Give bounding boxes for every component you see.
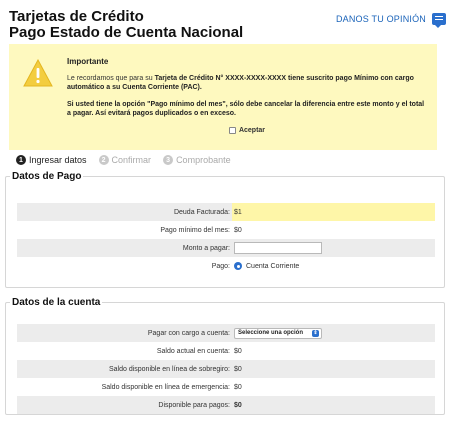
row-value: $0	[234, 365, 242, 373]
page-title-line1: Tarjetas de Crédito	[9, 8, 144, 25]
notice-title: Importante	[67, 57, 109, 66]
step-label: Confirmar	[111, 155, 152, 165]
radio-selected-icon[interactable]	[234, 262, 242, 270]
page-title-line2: Pago Estado de Cuenta Nacional	[9, 24, 244, 41]
feedback-link[interactable]: DANOS TU OPINIÓN	[335, 13, 446, 28]
feedback-label: DANOS TU OPINIÓN	[335, 14, 426, 24]
payment-method-radio[interactable]: Cuenta Corriente	[234, 262, 299, 270]
row-value: $0	[234, 226, 242, 234]
row-label: Saldo actual en cuenta:	[156, 347, 230, 355]
row-value: $0	[234, 383, 242, 391]
step-ingresar-datos: 1 Ingresar datos	[16, 155, 87, 165]
row-value: $0	[234, 347, 242, 355]
row-label: Disponible para pagos:	[158, 401, 230, 409]
notice-paragraph-1: Le recordamos que para su Tarjeta de Cré…	[67, 75, 414, 91]
row-pago-minimo: Pago mínimo del mes: $0	[17, 221, 435, 239]
row-label: Pagar con cargo a cuenta:	[147, 329, 230, 337]
important-notice: Importante Le recordamos que para su Tar…	[9, 44, 437, 150]
row-value: $1	[232, 203, 435, 221]
step-number: 1	[16, 155, 26, 165]
comment-icon	[432, 13, 446, 28]
step-number: 2	[98, 155, 109, 165]
row-label: Saldo disponible en línea de emergencia:	[101, 383, 230, 391]
row-deuda-facturada: Deuda Facturada: $1	[17, 203, 435, 221]
amount-input[interactable]	[234, 242, 322, 254]
accept-label: Aceptar	[238, 127, 266, 134]
notice-paragraph-2: Si usted tiene la opción "Pago mínimo de…	[67, 101, 425, 117]
card-number: Tarjeta de Crédito N° XXXX-XXXX-XXXX	[154, 75, 286, 82]
warning-icon	[23, 59, 53, 87]
row-emergencia: Saldo disponible en línea de emergencia:…	[17, 378, 435, 396]
row-sobregiro: Saldo disponible en línea de sobregiro: …	[17, 360, 435, 378]
account-data-panel: Datos de la cuenta Pagar con cargo a cue…	[5, 297, 445, 415]
row-disponible: Disponible para pagos: $0	[17, 396, 435, 414]
step-confirmar: 2 Confirmar	[98, 155, 152, 165]
step-label: Ingresar datos	[29, 155, 87, 165]
panel-legend: Datos de Pago	[12, 171, 82, 182]
progress-steps: 1 Ingresar datos 2 Confirmar 3 Comproban…	[16, 155, 231, 165]
page-title: Tarjetas de Crédito Pago Estado de Cuent…	[9, 9, 243, 41]
payment-data-panel: Datos de Pago Deuda Facturada: $1 Pago m…	[5, 171, 445, 288]
panel-legend: Datos de la cuenta	[12, 297, 101, 308]
checkbox-box[interactable]	[228, 127, 236, 134]
row-label: Monto a pagar:	[182, 244, 230, 252]
row-monto-a-pagar: Monto a pagar:	[17, 239, 435, 257]
accept-checkbox[interactable]: Aceptar	[67, 126, 427, 135]
row-label: Pago:	[211, 262, 230, 270]
row-label: Pago mínimo del mes:	[160, 226, 230, 234]
step-label: Comprobante	[176, 155, 231, 165]
account-select[interactable]: Seleccione una opción ⇕	[234, 327, 322, 339]
row-saldo-actual: Saldo actual en cuenta: $0	[17, 342, 435, 360]
row-pagar-con-cargo: Pagar con cargo a cuenta: Seleccione una…	[17, 324, 435, 342]
select-value: Seleccione una opción	[238, 330, 304, 336]
chevron-updown-icon: ⇕	[312, 329, 319, 337]
row-pago: Pago: Cuenta Corriente	[17, 257, 435, 275]
step-comprobante: 3 Comprobante	[163, 155, 231, 165]
row-value: $0	[234, 401, 242, 409]
radio-label: Cuenta Corriente	[246, 262, 300, 270]
row-label: Deuda Facturada:	[173, 208, 230, 216]
row-label: Saldo disponible en línea de sobregiro:	[108, 365, 230, 373]
step-number: 3	[163, 155, 174, 165]
